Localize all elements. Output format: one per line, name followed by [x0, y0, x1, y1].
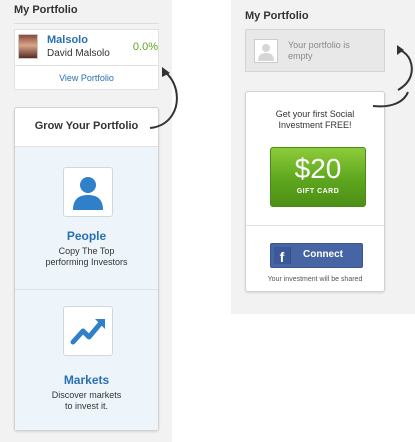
gain-value: 0.0% [132, 41, 158, 53]
user-full-name: David Malsolo [47, 48, 110, 59]
grow-portfolio-title: Grow Your Portfolio [34, 120, 139, 132]
facebook-icon: f [274, 247, 291, 265]
left-portfolio-panel: My Portfolio Malsolo David Malsolo 0.0% … [0, 0, 172, 442]
avatar [18, 34, 38, 59]
gift-label: GIFT CARD [296, 188, 340, 195]
people-option[interactable]: People Copy The Top performing Investors [15, 147, 158, 289]
facebook-connect-button[interactable]: f Connect [270, 243, 363, 268]
people-title: People [66, 229, 107, 243]
view-portfolio-link[interactable]: View Portfolio [14, 66, 159, 90]
right-portfolio-panel: My Portfolio Your portfolio is empty Get… [231, 0, 415, 314]
people-description: Copy The Top performing Investors [45, 246, 128, 267]
trend-chart-icon [63, 306, 113, 356]
share-note: Your investment will be shared [267, 276, 363, 283]
free-offer-card: Get your first Social Investment FREE! $… [245, 91, 385, 292]
offer-text: Get your first Social Investment FREE! [275, 109, 355, 130]
gift-card-button[interactable]: $20 GIFT CARD [270, 147, 366, 207]
divider [14, 23, 159, 24]
panel-title: My Portfolio [245, 10, 309, 22]
panel-title: My Portfolio [14, 4, 78, 16]
portfolio-user-row[interactable]: Malsolo David Malsolo 0.0% [14, 29, 159, 66]
markets-option[interactable]: Markets Discover markets to invest it. [15, 290, 158, 430]
gift-amount: $20 [294, 153, 342, 184]
person-icon [63, 167, 113, 217]
grow-portfolio-card: Grow Your Portfolio People Copy The Top … [14, 107, 159, 431]
empty-portfolio-box: Your portfolio is empty [245, 29, 385, 72]
markets-description: Discover markets to invest it. [51, 390, 122, 411]
divider [246, 225, 384, 226]
connect-label: Connect [303, 249, 343, 260]
markets-title: Markets [63, 373, 110, 387]
empty-portfolio-text: Your portfolio is empty [288, 40, 350, 61]
username-link[interactable]: Malsolo [47, 34, 88, 46]
avatar-placeholder-icon [254, 39, 278, 63]
